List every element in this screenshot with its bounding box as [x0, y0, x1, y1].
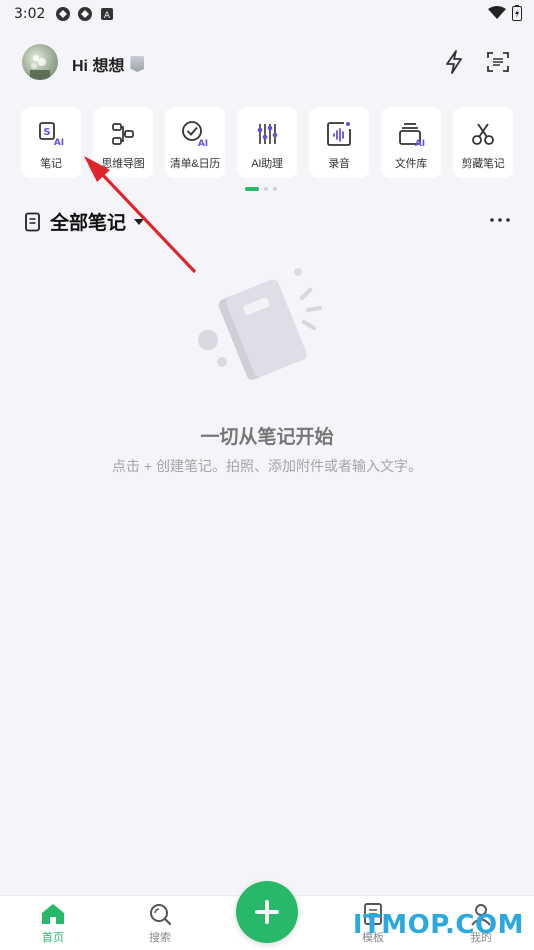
- scan-button[interactable]: [484, 48, 512, 76]
- svg-text:S: S: [43, 127, 50, 138]
- caret-down-icon: [134, 218, 145, 225]
- greeting[interactable]: Hi 想想: [72, 52, 145, 76]
- notes-filter-dropdown[interactable]: 全部笔记: [24, 208, 145, 235]
- note-ai-icon: S AI: [39, 122, 64, 148]
- tool-ai-assistant[interactable]: AI助理: [237, 107, 297, 178]
- nav-label: 搜索: [149, 932, 171, 944]
- ai-assistant-icon: [257, 124, 278, 144]
- tool-clip-note[interactable]: 剪藏笔记: [453, 107, 513, 178]
- battery-icon: [512, 5, 522, 21]
- plus-icon: [255, 900, 279, 924]
- create-note-button[interactable]: [236, 881, 298, 943]
- nav-search[interactable]: 搜索: [130, 902, 190, 945]
- tool-label: 思维导图: [101, 158, 145, 170]
- lightning-icon: [446, 50, 462, 74]
- svg-text:AI: AI: [198, 139, 208, 149]
- nav-home[interactable]: 首页: [23, 902, 83, 945]
- tool-label: 文件库: [394, 158, 428, 170]
- status-time: 3:02: [14, 6, 46, 22]
- tool-note[interactable]: S AI 笔记: [21, 107, 81, 178]
- empty-state-subtitle: 点击 + 创建笔记。拍照、添加附件或者输入文字。: [112, 458, 422, 474]
- tool-label: 清单&日历: [169, 158, 221, 170]
- more-options-button[interactable]: [488, 212, 512, 228]
- search-icon: [150, 904, 172, 926]
- mindmap-icon: [112, 123, 134, 145]
- tool-label: AI助理: [251, 158, 283, 170]
- translate-notification-icon: A: [101, 8, 114, 21]
- tool-label: 剪藏笔记: [461, 158, 505, 170]
- nav-label: 首页: [42, 932, 64, 944]
- scan-icon: [487, 52, 509, 72]
- app-notification-icon: [56, 7, 71, 21]
- page-dot: [273, 187, 277, 191]
- notebook-icon: [25, 212, 40, 231]
- app-notification-icon: [78, 7, 93, 21]
- page-dot-active: [245, 187, 259, 191]
- file-library-icon: AI: [399, 123, 425, 149]
- wifi-icon: [488, 6, 506, 19]
- watermark: ITMOP.COM: [352, 910, 524, 940]
- page-indicator: [245, 187, 277, 191]
- svg-text:AI: AI: [415, 139, 425, 149]
- more-dots-icon: [490, 218, 510, 222]
- checklist-ai-icon: AI: [182, 121, 208, 149]
- home-icon: [42, 904, 64, 924]
- tool-label: 笔记: [40, 158, 62, 170]
- tool-checklist[interactable]: AI 清单&日历: [165, 107, 225, 178]
- svg-text:AI: AI: [54, 138, 64, 148]
- empty-state-title: 一切从笔记开始: [200, 427, 334, 448]
- home-header: Hi 想想: [0, 40, 534, 86]
- status-bar: 3:02 A: [0, 0, 534, 28]
- voice-record-icon: [327, 122, 351, 146]
- scissors-icon: [472, 123, 494, 145]
- greeting-text: Hi 想想: [72, 58, 125, 75]
- notes-title: 全部笔记: [50, 213, 127, 234]
- avatar[interactable]: [22, 44, 58, 80]
- tool-mindmap[interactable]: 思维导图: [93, 107, 153, 178]
- quick-tools: S AI 笔记 思维导图 AI 清单&日历 AI助理 录音 AI 文件库 剪藏笔记: [0, 107, 534, 179]
- tool-label: 录音: [328, 158, 350, 170]
- page-dot: [264, 187, 268, 191]
- flash-button[interactable]: [440, 48, 468, 76]
- svg-text:A: A: [104, 11, 111, 21]
- tool-file-library[interactable]: AI 文件库: [381, 107, 441, 178]
- tool-voice-record[interactable]: 录音: [309, 107, 369, 178]
- empty-notebook-illustration: [198, 268, 322, 380]
- member-badge-icon: [130, 56, 145, 72]
